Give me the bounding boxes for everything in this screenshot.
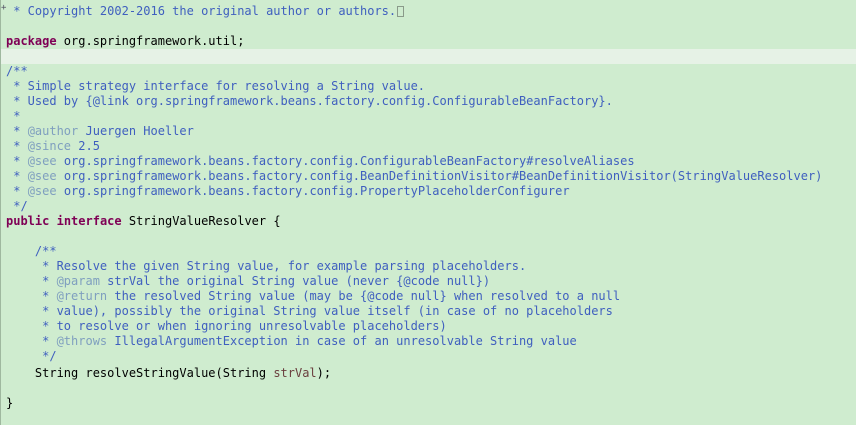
code-line-25[interactable]: String resolveStringValue(String strVal)… [1,366,856,381]
code-line-5[interactable]: /** [1,64,856,79]
code-line-27[interactable]: } [1,396,856,411]
interface-name: StringValueResolver { [121,214,281,228]
code-line-11[interactable]: * @see org.springframework.beans.factory… [1,154,856,169]
code-line-8[interactable]: * [1,109,856,124]
code-line-17[interactable]: /** [1,244,856,259]
javadoc-text: * Resolve the given String value, for ex… [6,259,527,273]
javadoc-prefix: * [6,289,57,303]
javadoc-text: * [6,109,21,123]
code-line-21[interactable]: * value), possibly the original String v… [1,304,856,319]
code-line-6[interactable]: * Simple strategy interface for resolvin… [1,79,856,94]
code-line-18[interactable]: * Resolve the given String value, for ex… [1,259,856,274]
javadoc-prefix: * [6,154,28,168]
javadoc-tag: @author [27,124,79,138]
closing-brace: } [6,396,14,410]
code-line-current[interactable] [1,49,856,64]
code-line-15[interactable]: public interface StringValueResolver { [1,214,856,229]
javadoc-open: /** [6,64,28,78]
javadoc-close: */ [6,199,28,213]
javadoc-text: * to resolve or when ignoring unresolvab… [6,319,447,333]
javadoc-text: the resolved String value (may be {@code… [107,289,621,303]
javadoc-tag: @throws [56,334,108,348]
javadoc-prefix: * [6,124,28,138]
javadoc-tag: @since [27,139,72,153]
javadoc-text: org.springframework.beans.factory.config… [56,154,635,168]
javadoc-prefix: * [6,274,57,288]
code-line-3[interactable]: package org.springframework.util; [1,34,856,49]
javadoc-text: 2.5 [71,139,100,153]
code-line-9[interactable]: * @author Juergen Hoeller [1,124,856,139]
javadoc-text: org.springframework.beans.factory.config… [56,169,823,183]
javadoc-prefix: * [6,184,28,198]
javadoc-tag: @see [27,184,57,198]
code-line-1[interactable]: * Copyright 2002-2016 the original autho… [1,4,856,19]
copyright-comment: * Copyright 2002-2016 the original autho… [6,4,397,18]
javadoc-tag: @param [56,274,100,288]
javadoc-text: * Used by {@link org.springframework.bea… [6,94,613,108]
code-editor[interactable]: + * Copyright 2002-2016 the original aut… [0,0,856,425]
code-line-19[interactable]: * @param strVal the original String valu… [1,274,856,289]
code-line-22[interactable]: * to resolve or when ignoring unresolvab… [1,319,856,334]
javadoc-text: org.springframework.beans.factory.config… [56,184,570,198]
method-signature: String resolveStringValue(String [6,366,274,380]
folded-comment-icon[interactable] [397,6,405,17]
javadoc-text: * value), possibly the original String v… [6,304,613,318]
code-line-20[interactable]: * @return the resolved String value (may… [1,289,856,304]
code-line-14[interactable]: */ [1,199,856,214]
javadoc-close: */ [6,349,57,363]
javadoc-tag: @return [56,289,108,303]
code-line-7[interactable]: * Used by {@link org.springframework.bea… [1,94,856,109]
method-signature-end: ); [316,366,332,380]
parameter-name: strVal [273,366,317,380]
javadoc-text: Juergen Hoeller [78,124,194,138]
javadoc-prefix: * [6,139,28,153]
code-line-12[interactable]: * @see org.springframework.beans.factory… [1,169,856,184]
public-keyword: public [6,214,50,228]
javadoc-prefix: * [6,334,57,348]
javadoc-tag: @see [27,169,57,183]
javadoc-text: IllegalArgumentException in case of an u… [107,334,577,348]
code-line-13[interactable]: * @see org.springframework.beans.factory… [1,184,856,199]
code-line-10[interactable]: * @since 2.5 [1,139,856,154]
code-line-23[interactable]: * @throws IllegalArgumentException in ca… [1,334,856,349]
package-name: org.springframework.util; [56,34,245,48]
interface-keyword: interface [56,214,122,228]
javadoc-prefix: * [6,169,28,183]
javadoc-text: * Simple strategy interface for resolvin… [6,79,426,93]
package-keyword: package [6,34,57,48]
code-line-24[interactable]: */ [1,349,856,364]
javadoc-tag: @see [27,154,57,168]
javadoc-open: /** [6,244,57,258]
javadoc-text: strVal the original String value (never … [99,274,491,288]
